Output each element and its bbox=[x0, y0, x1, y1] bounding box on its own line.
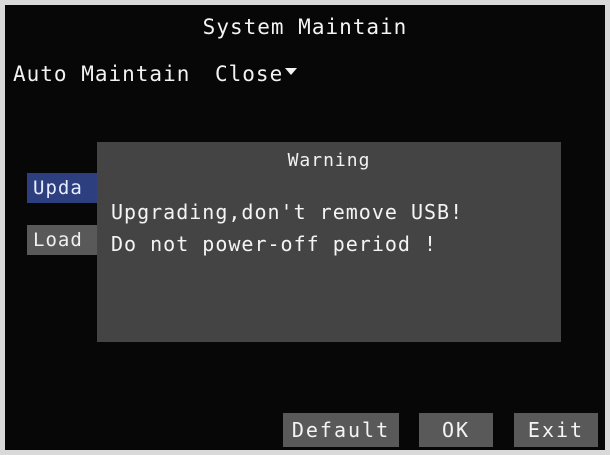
warning-dialog: Warning Upgrading,don't remove USB! Do n… bbox=[97, 142, 561, 342]
auto-maintain-value: Close bbox=[215, 62, 284, 86]
ok-button-label: OK bbox=[441, 418, 471, 442]
ok-button[interactable]: OK bbox=[419, 413, 493, 447]
chevron-down-icon bbox=[285, 67, 298, 75]
default-button-label: Default bbox=[291, 418, 391, 442]
auto-maintain-select[interactable]: Close bbox=[213, 60, 299, 88]
auto-maintain-label: Auto Maintain bbox=[13, 62, 191, 86]
exit-button-label: Exit bbox=[527, 418, 585, 442]
load-button-label: Load bbox=[33, 229, 83, 251]
update-button-label: Upda bbox=[33, 177, 83, 199]
exit-button[interactable]: Exit bbox=[514, 413, 598, 447]
default-button[interactable]: Default bbox=[283, 413, 399, 447]
warning-message-line: Upgrading,don't remove USB! bbox=[111, 200, 464, 224]
page-title: System Maintain bbox=[202, 15, 408, 39]
system-maintain-screen: System Maintain Auto Maintain Close Upda… bbox=[5, 5, 605, 450]
warning-message-line: Do not power-off period ! bbox=[111, 232, 438, 256]
warning-dialog-title: Warning bbox=[287, 150, 371, 171]
